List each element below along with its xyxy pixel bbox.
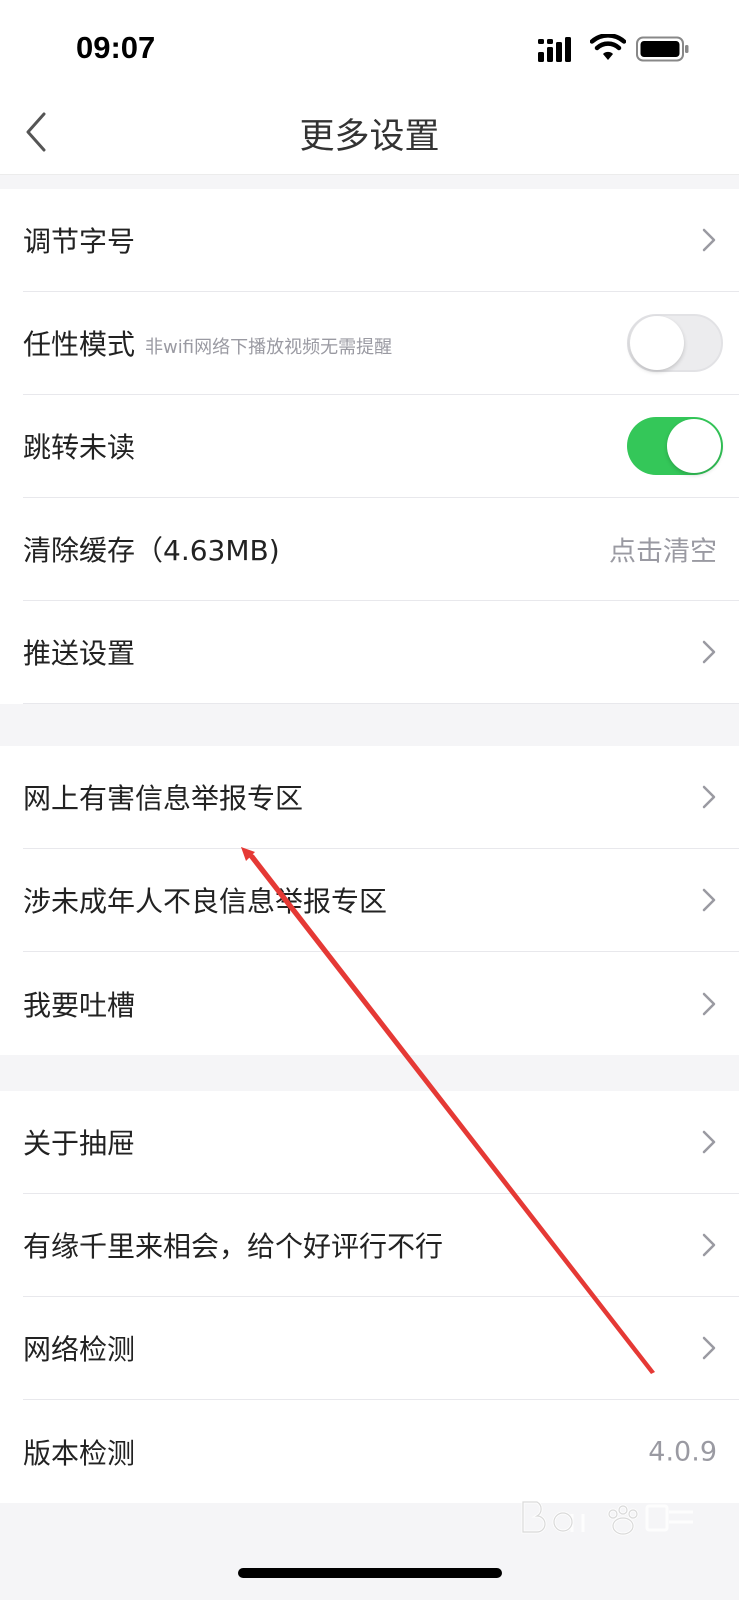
network-check-label: 网络检测	[23, 1333, 136, 1366]
harmful-info-report-row[interactable]: 网上有害信息举报专区	[23, 746, 739, 849]
jump-unread-row: 跳转未读	[23, 395, 739, 498]
settings-group-general: 调节字号 任性模式 非wifi网络下播放视频无需提醒 跳转未读 清除缓存（4.63…	[0, 189, 739, 704]
minor-info-report-label: 涉未成年人不良信息举报专区	[23, 885, 388, 918]
minor-info-report-row[interactable]: 涉未成年人不良信息举报专区	[23, 849, 739, 952]
page-title: 更多设置	[299, 117, 440, 157]
toggle-knob	[667, 419, 721, 473]
clear-cache-row[interactable]: 清除缓存（4.63MB) 点击清空	[23, 498, 739, 601]
chevron-right-icon	[702, 992, 716, 1015]
feedback-label: 我要吐槽	[23, 988, 136, 1022]
signal-icon	[538, 37, 571, 62]
baidu-jingyan-watermark-logo	[521, 1500, 693, 1536]
rate-us-label: 有缘千里来相会，给个好评行不行	[23, 1230, 444, 1263]
nav-bar: 更多设置	[0, 96, 739, 175]
rate-us-row[interactable]: 有缘千里来相会，给个好评行不行	[23, 1194, 739, 1297]
wifi-icon	[590, 34, 626, 60]
font-size-row[interactable]: 调节字号	[23, 189, 739, 292]
battery-icon	[636, 36, 689, 62]
willful-mode-toggle[interactable]	[627, 314, 723, 372]
chevron-right-icon	[702, 888, 716, 912]
push-settings-row[interactable]: 推送设置	[23, 601, 739, 704]
chevron-right-icon	[702, 228, 716, 252]
push-settings-label: 推送设置	[23, 637, 136, 670]
chevron-right-icon	[702, 1130, 716, 1154]
screen: 09:07 更多设置 调节字号 任性模式 非wifi网络下播放视频无需提醒 跳转…	[0, 0, 739, 1600]
settings-group-report: 网上有害信息举报专区 涉未成年人不良信息举报专区 我要吐槽	[0, 746, 739, 1055]
version-number: 4.0.9	[648, 1436, 717, 1467]
feedback-row[interactable]: 我要吐槽	[23, 952, 739, 1055]
font-size-label: 调节字号	[23, 225, 136, 258]
status-time: 09:07	[76, 30, 156, 65]
willful-mode-hint: 非wifi网络下播放视频无需提醒	[145, 337, 393, 358]
chevron-right-icon	[702, 1233, 716, 1257]
clear-cache-action[interactable]: 点击清空	[609, 530, 717, 569]
willful-mode-row: 任性模式 非wifi网络下播放视频无需提醒	[23, 292, 739, 395]
version-check-label: 版本检测	[23, 1436, 136, 1470]
chevron-right-icon	[702, 785, 716, 809]
willful-mode-label: 任性模式 非wifi网络下播放视频无需提醒	[23, 328, 393, 361]
toggle-knob	[630, 316, 684, 370]
about-label: 关于抽屉	[23, 1127, 136, 1160]
status-bar: 09:07	[0, 0, 739, 96]
jump-unread-toggle[interactable]	[627, 417, 723, 475]
about-row[interactable]: 关于抽屉	[23, 1091, 739, 1194]
jump-unread-label: 跳转未读	[23, 431, 136, 464]
version-check-row[interactable]: 版本检测 4.0.9	[23, 1400, 739, 1503]
network-check-row[interactable]: 网络检测	[23, 1297, 739, 1400]
clear-cache-label: 清除缓存（4.63MB)	[23, 534, 280, 567]
chevron-right-icon	[702, 640, 716, 664]
home-indicator	[238, 1568, 502, 1578]
chevron-right-icon	[702, 1336, 716, 1360]
harmful-info-report-label: 网上有害信息举报专区	[23, 782, 304, 815]
settings-group-about: 关于抽屉 有缘千里来相会，给个好评行不行 网络检测 版本检测 4.0.9	[0, 1091, 739, 1503]
